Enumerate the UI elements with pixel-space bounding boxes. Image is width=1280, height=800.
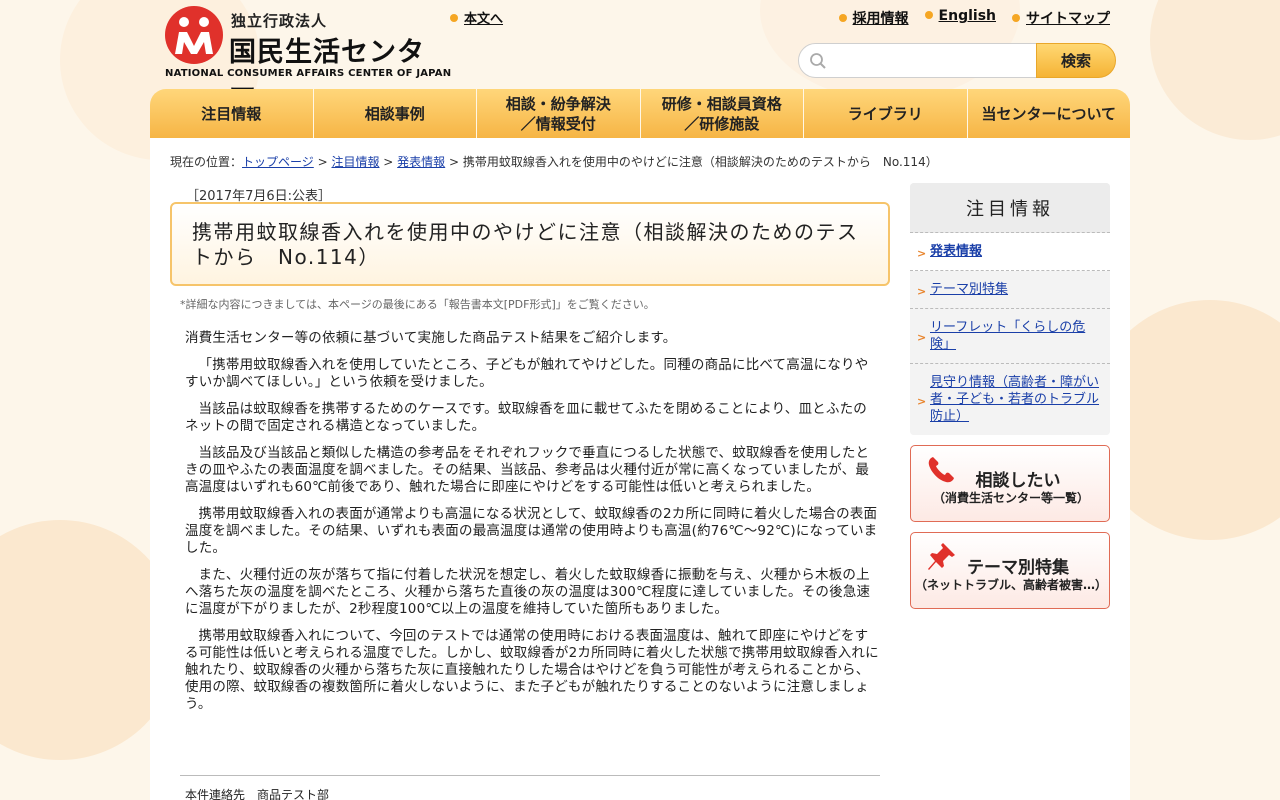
search-icon [810,53,826,69]
breadcrumb-prefix: 現在の位置： [170,155,243,169]
breadcrumb: 現在の位置：トップページ > 注目情報 > 発表情報 > 携帯用蚊取線香入れを使… [170,153,938,170]
breadcrumb-link-featured[interactable]: 注目情報 [331,155,379,169]
global-nav: 注目情報 相談事例 相談・紛争解決 ／情報受付 研修・相談員資格 ／研修施設 ラ… [150,89,1130,138]
skip-link-label: 本文へ [464,12,504,27]
sidebar-item-label: テーマ別特集 [930,282,1009,297]
breadcrumb-separator: > [379,155,398,169]
chevron-right-icon: > [917,331,927,344]
sidebar-item-label: 発表情報 [930,244,983,259]
main-content: 現在の位置：トップページ > 注目情報 > 発表情報 > 携帯用蚊取線香入れを使… [150,138,1130,800]
banner-title: テーマ別特集 [967,558,1069,578]
nav-cases[interactable]: 相談事例 [314,89,477,138]
breadcrumb-separator: > [313,155,332,169]
util-link-sitemap[interactable]: サイトマップ [1012,8,1110,28]
theme-banner[interactable]: テーマ別特集 （ネットトラブル、高齢者被害…） [910,532,1110,609]
paragraph: 携帯用蚊取線香入れについて、今回のテストでは通常の使用時における表面温度は、触れ… [185,628,879,712]
site-logo[interactable]: 独立行政法人 国民生活センター NATIONAL CONSUMER AFFAIR… [165,6,451,107]
paragraph: 携帯用蚊取線香入れの表面が通常よりも高温になる状況として、蚊取線香の2カ所に同時… [185,506,878,556]
paragraph: 消費生活センター等の依頼に基づいて実施した商品テスト結果をご紹介します。 [185,330,677,346]
nav-label: 相談事例 [364,104,425,123]
consult-banner[interactable]: 相談したい （消費生活センター等一覧） [910,445,1110,522]
skip-to-content-link[interactable]: 本文へ [450,8,503,27]
nav-label: 研修・相談員資格 ／研修施設 [661,94,782,133]
sidebar-title: 注目情報 [910,183,1110,233]
util-link-english[interactable]: English [924,8,996,28]
search-form: 検索 [798,43,1116,78]
utility-links: 採用情報 English サイトマップ [838,8,1110,28]
nav-consultation[interactable]: 相談・紛争解決 ／情報受付 [477,89,641,138]
paragraph: 当該品は蚊取線香を携帯するためのケースです。蚊取線香を皿に載せてふたを閉めること… [185,401,867,434]
article-body: 消費生活センター等の依頼に基づいて実施した商品テスト結果をご紹介します。 「携帯… [185,330,880,723]
title-box: 携帯用蚊取線香入れを使用中のやけどに注意（相談解決のためのテストから No.11… [170,202,890,286]
nav-featured[interactable]: 注目情報 [150,89,314,138]
bullet-icon [838,14,847,22]
sidebar-item-leaflet[interactable]: > リーフレット「くらしの危険」 [910,309,1110,364]
sidebar-item-label: 見守り情報（高齢者・障がい者・子ども・若者のトラブル防止） [930,375,1100,424]
sidebar-item-themes[interactable]: > テーマ別特集 [910,271,1110,309]
divider [180,775,880,776]
breadcrumb-current: 携帯用蚊取線香入れを使用中のやけどに注意（相談解決のためのテストから No.11… [462,155,938,169]
nav-label: 相談・紛争解決 ／情報受付 [505,94,611,133]
bullet-icon [1012,14,1020,22]
chevron-right-icon: > [917,394,927,408]
page-title: 携帯用蚊取線香入れを使用中のやけどに注意（相談解決のためのテストから No.11… [192,220,859,269]
breadcrumb-link-top[interactable]: トップページ [242,155,314,169]
sidebar-item-label: リーフレット「くらしの危険」 [930,320,1086,352]
util-link-label: サイトマップ [1026,11,1110,27]
search-button[interactable]: 検索 [1036,43,1116,78]
bullet-icon [450,14,458,22]
page: 独立行政法人 国民生活センター NATIONAL CONSUMER AFFAIR… [150,0,1130,800]
paragraph: また、火種付近の灰が落ちて指に付着した状況を想定し、着火した蚊取線香に振動を与え… [185,567,871,617]
nav-about[interactable]: 当センターについて [968,89,1131,138]
bullet-icon [924,11,933,19]
sidebar-menu: 注目情報 > 発表情報 > テーマ別特集 > リーフレット「くらしの危険」 > 見守り情… [910,183,1110,435]
chevron-right-icon: > [917,284,927,298]
nav-library[interactable]: ライブラリ [804,89,968,138]
banner-subtitle: （ネットトラブル、高齢者被害…） [914,578,1107,592]
sidebar-item-mimamori[interactable]: > 見守り情報（高齢者・障がい者・子ども・若者のトラブル防止） [910,364,1110,435]
banner-subtitle: （消費生活センター等一覧） [932,491,1089,505]
logo-english: NATIONAL CONSUMER AFFAIRS CENTER OF JAPA… [165,68,452,79]
chevron-right-icon: > [917,246,927,260]
nav-training[interactable]: 研修・相談員資格 ／研修施設 [641,89,804,138]
logo-subtitle: 独立行政法人 [231,12,328,30]
search-input[interactable] [833,48,1033,74]
util-link-careers[interactable]: 採用情報 [838,8,909,28]
contact-info: 本件連絡先 商品テスト部 [185,788,330,800]
banner-title: 相談したい [975,471,1061,491]
sidebar: 注目情報 > 発表情報 > テーマ別特集 > リーフレット「くらしの危険」 > 見守り情… [910,183,1110,609]
util-link-label: English [938,8,996,24]
breadcrumb-link-releases[interactable]: 発表情報 [397,155,445,169]
pdf-note: *詳細な内容につきましては、本ページの最後にある「報告書本文[PDF形式]」をご… [180,298,655,311]
paragraph: 当該品及び当該品と類似した構造の参考品をそれぞれフックで垂直につるした状態で、蚊… [185,445,870,495]
search-field [798,43,1038,78]
sidebar-item-releases[interactable]: > 発表情報 [910,233,1110,271]
nav-label: 注目情報 [201,104,262,123]
paragraph: 「携帯用蚊取線香入れを使用していたところ、子どもが触れてやけどした。同種の商品に… [185,357,869,390]
nav-label: ライブラリ [847,104,923,123]
util-link-label: 採用情報 [852,11,909,27]
logo-mark-icon [165,6,223,64]
breadcrumb-separator: > [445,155,463,169]
nav-label: 当センターについて [981,104,1117,123]
